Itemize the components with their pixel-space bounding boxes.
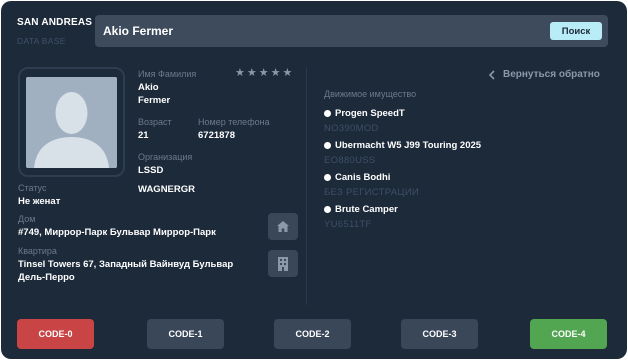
apartment-button[interactable] (268, 250, 298, 277)
vehicle-name: Ubermacht W5 J99 Touring 2025 (335, 140, 482, 151)
code-0-button[interactable]: CODE-0 (17, 319, 94, 349)
code-1-button[interactable]: CODE-1 (147, 319, 224, 349)
house-button[interactable] (268, 213, 298, 240)
search-button[interactable]: Поиск (550, 22, 602, 40)
status-label: Статус (18, 183, 47, 193)
star-icon: ★ (258, 67, 269, 79)
status-value: Не женат (18, 196, 61, 207)
chevron-left-icon (488, 69, 495, 80)
brand-title: SAN ANDREAS (17, 17, 93, 28)
brand-subtitle: DATA BASE (17, 36, 66, 46)
search-bar: Поиск (95, 15, 608, 47)
vehicle-item: Canis Bodhi БЕЗ РЕГИСТРАЦИИ (324, 172, 419, 198)
user-silhouette-icon (26, 76, 117, 168)
star-icon: ★ (270, 67, 281, 79)
phone-label: Номер телефона (198, 117, 270, 127)
building-icon (278, 256, 288, 271)
vehicle-plate: YU6511TF (324, 219, 372, 230)
bullet-icon (324, 206, 331, 213)
code-3-button[interactable]: CODE-3 (401, 319, 478, 349)
brand: SAN ANDREAS DATA BASE (17, 17, 92, 46)
database-panel: SAN ANDREAS DATA BASE Поиск Имя Фамилия … (1, 1, 627, 359)
star-icon: ★ (235, 67, 245, 79)
vehicle-item: Progen SpeedT NO390MOD (324, 108, 405, 134)
rank-value: WAGNERGR (138, 184, 195, 195)
vehicle-plate: EO880USS (324, 155, 376, 166)
search-input[interactable] (95, 15, 550, 47)
star-icon: ★ (282, 67, 293, 79)
rating-stars: ★ ★ ★ ★ ★ (235, 67, 292, 79)
house-label: Дом (18, 214, 36, 224)
last-name: Fermer (138, 95, 171, 106)
bullet-icon (324, 142, 331, 149)
home-icon (277, 221, 289, 232)
vehicle-plate: БЕЗ РЕГИСТРАЦИИ (324, 187, 419, 198)
avatar-frame (18, 67, 125, 177)
org-value: LSSD (138, 165, 164, 176)
vehicles-title: Движимое имущество (324, 89, 417, 99)
vehicle-name: Progen SpeedT (335, 108, 405, 119)
avatar (26, 76, 117, 168)
column-divider (306, 67, 307, 305)
back-label: Вернуться обратно (503, 69, 600, 80)
house-address: #749, Миррор-Парк Бульвар Миррор-Парк (18, 227, 216, 238)
apartment-address-line2: Дель-Перро (18, 272, 75, 283)
apartment-label: Квартира (18, 246, 57, 256)
code-4-button[interactable]: CODE-4 (530, 319, 607, 349)
age-label: Возраст (138, 117, 172, 127)
vehicle-name: Brute Camper (335, 204, 398, 215)
first-name: Akio (138, 82, 159, 93)
vehicle-plate: NO390MOD (324, 123, 379, 134)
bullet-icon (324, 110, 331, 117)
bullet-icon (324, 174, 331, 181)
name-label: Имя Фамилия (138, 69, 197, 79)
code-2-button[interactable]: CODE-2 (274, 319, 351, 349)
org-label: Организация (138, 152, 193, 162)
vehicle-item: Brute Camper YU6511TF (324, 204, 398, 230)
vehicle-item: Ubermacht W5 J99 Touring 2025 EO880USS (324, 140, 481, 166)
back-button[interactable]: Вернуться обратно (488, 69, 600, 80)
star-icon: ★ (246, 67, 257, 79)
age-value: 21 (138, 130, 149, 141)
apartment-address-line1: Tinsel Towers 67, Западный Вайнвуд Бульв… (18, 259, 234, 270)
vehicle-name: Canis Bodhi (335, 172, 391, 183)
phone-value: 6721878 (198, 130, 235, 141)
